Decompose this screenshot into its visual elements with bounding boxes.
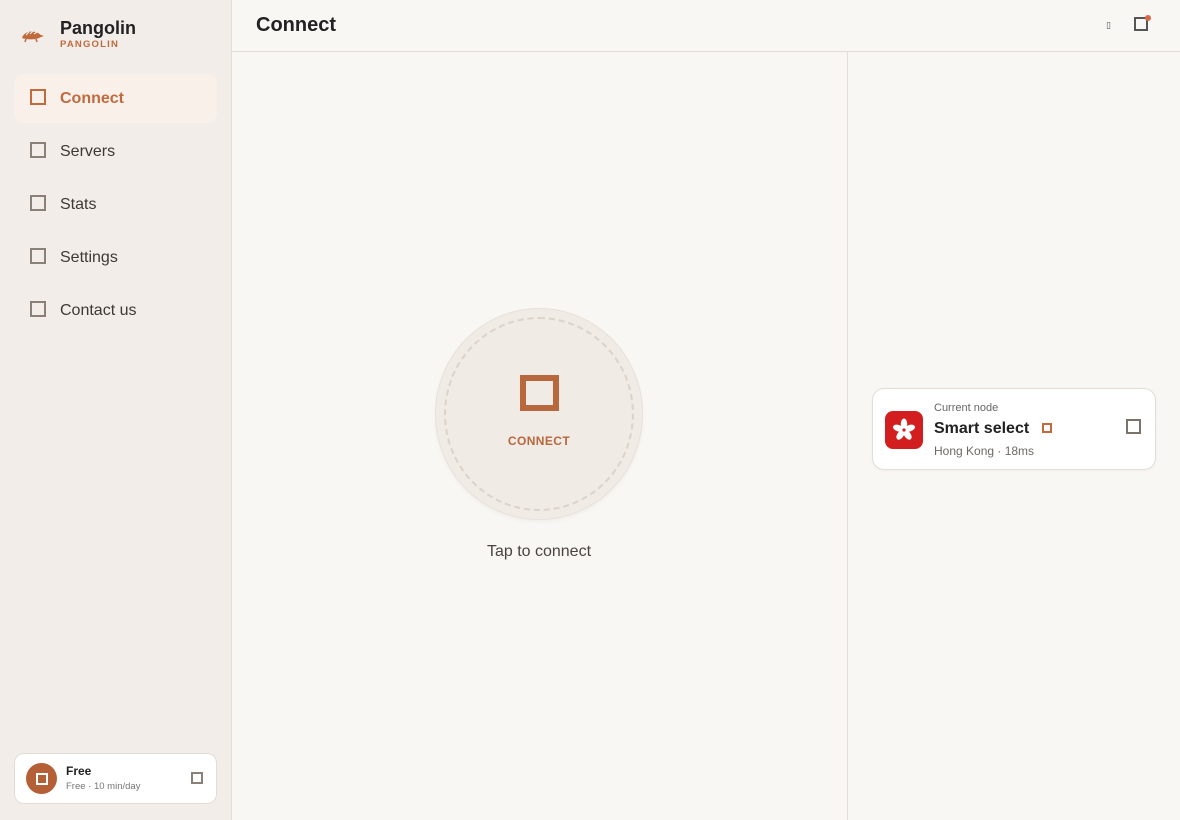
smart-badge-icon (1042, 423, 1052, 433)
sidebar-item-contact-us[interactable]: Contact us (14, 286, 217, 335)
sidebar-nav: Connect Servers Stats Settings Contact u… (14, 74, 217, 339)
sidebar: Pangolin PANGOLIN Connect Servers Stats … (0, 0, 232, 820)
sidebar-item-stats[interactable]: Stats (14, 180, 217, 229)
contact-icon (30, 300, 46, 317)
connect-button-label: CONNECT (507, 434, 571, 448)
header-action-icon[interactable]: ▯ (1106, 19, 1114, 31)
connect-button[interactable]: CONNECT (435, 308, 643, 520)
hong-kong-flag-icon (885, 411, 923, 449)
page-title: Connect (256, 14, 336, 36)
header: Connect ▯ (232, 0, 1180, 52)
node-switch-icon[interactable] (1126, 419, 1141, 434)
sidebar-item-label: Contact us (60, 301, 137, 319)
brand-text: Pangolin PANGOLIN (60, 18, 136, 51)
connect-hint: Tap to connect (486, 543, 592, 560)
node-meta: Hong Kong · 18ms (934, 444, 1035, 458)
power-icon (520, 375, 559, 411)
node-caption: Current node (934, 402, 999, 414)
avatar (26, 763, 57, 794)
brand[interactable]: Pangolin PANGOLIN (20, 18, 136, 51)
notification-badge (1145, 15, 1151, 21)
connect-icon (30, 88, 46, 105)
pangolin-logo-icon (22, 30, 44, 42)
plan-icon (35, 772, 48, 785)
plan-title: Free (66, 764, 92, 778)
plan-card[interactable]: Free Free · 10 min/day (14, 753, 217, 804)
brand-name: Pangolin (60, 18, 136, 38)
sidebar-item-label: Connect (60, 89, 124, 107)
settings-icon (30, 247, 46, 264)
node-name: Smart select (934, 420, 1030, 437)
sidebar-item-settings[interactable]: Settings (14, 233, 217, 282)
sidebar-item-label: Servers (60, 142, 116, 160)
panel-divider (847, 52, 848, 820)
sidebar-item-servers[interactable]: Servers (14, 127, 217, 176)
brand-subtitle: PANGOLIN (60, 39, 120, 50)
stats-icon (30, 194, 46, 211)
current-node-card[interactable]: Current node Smart select Hong Kong · 18… (872, 388, 1156, 470)
sidebar-item-connect[interactable]: Connect (14, 74, 217, 123)
bauhinia-icon (892, 418, 916, 440)
plan-subtitle: Free · 10 min/day (66, 781, 141, 792)
plan-text: Free Free · 10 min/day (66, 764, 140, 793)
connect-ring (444, 317, 634, 511)
sidebar-item-label: Settings (60, 248, 118, 266)
plan-action-icon[interactable] (191, 772, 203, 784)
servers-icon (30, 141, 46, 158)
sidebar-item-label: Stats (60, 195, 97, 213)
